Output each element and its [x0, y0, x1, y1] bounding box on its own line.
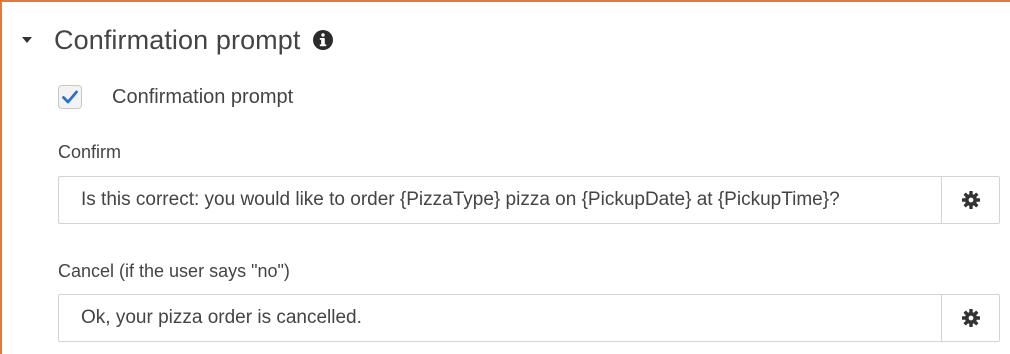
gear-icon — [961, 309, 980, 327]
section-title: Confirmation prompt — [54, 24, 301, 55]
gear-icon — [961, 191, 980, 209]
caret-down-icon[interactable] — [22, 37, 32, 43]
section-header: Confirmation prompt — [22, 20, 334, 60]
info-icon[interactable] — [312, 29, 334, 51]
cancel-settings-button[interactable] — [941, 295, 999, 341]
confirm-input[interactable] — [59, 177, 941, 223]
checkbox-label: Confirmation prompt — [112, 85, 294, 108]
confirmation-prompt-panel: Confirmation prompt Confirmation prompt … — [0, 0, 1010, 354]
confirm-field — [58, 176, 1000, 224]
cancel-input[interactable] — [59, 295, 941, 341]
cancel-field — [58, 294, 1000, 342]
confirm-settings-button[interactable] — [941, 177, 999, 223]
confirmation-checkbox-row: Confirmation prompt — [58, 79, 293, 115]
checkmark-icon — [62, 90, 78, 104]
confirmation-checkbox[interactable] — [58, 85, 82, 109]
confirm-label: Confirm — [58, 142, 122, 162]
cancel-label: Cancel (if the user says "no") — [58, 261, 290, 281]
